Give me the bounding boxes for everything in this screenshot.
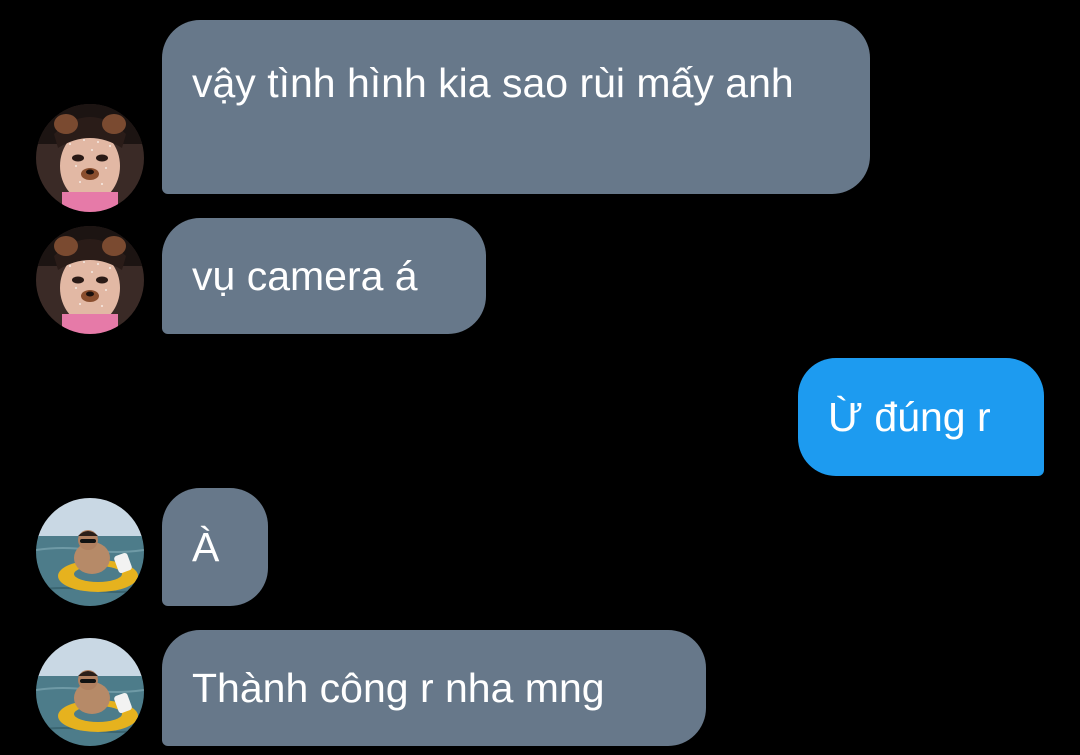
message-bubble[interactable]: vụ camera á: [162, 218, 486, 334]
avatar[interactable]: [36, 638, 144, 746]
message-bubble[interactable]: Ừ đúng r: [798, 358, 1044, 476]
message-text: Thành công r nha mng: [192, 665, 605, 711]
avatar[interactable]: [36, 104, 144, 212]
message-row: À: [0, 488, 1080, 606]
message-row: Thành công r nha mng: [0, 630, 1080, 746]
avatar-swim-ring-sea-image: [36, 638, 144, 746]
message-text: vậy tình hình kia sao rùi mấy anh: [192, 60, 794, 106]
message-row: vụ camera á: [0, 218, 1080, 334]
avatar[interactable]: [36, 226, 144, 334]
avatar-swim-ring-sea-image: [36, 498, 144, 606]
avatar-dog-filter-selfie-image: [36, 226, 144, 334]
message-bubble[interactable]: vậy tình hình kia sao rùi mấy anh: [162, 20, 870, 194]
message-bubble[interactable]: À: [162, 488, 268, 606]
message-text: À: [192, 524, 220, 570]
message-bubble[interactable]: Thành công r nha mng: [162, 630, 706, 746]
avatar-dog-filter-selfie-image: [36, 104, 144, 212]
message-text: Ừ đúng r: [828, 394, 991, 440]
message-text: vụ camera á: [192, 253, 418, 299]
message-row: Ừ đúng r: [0, 358, 1080, 476]
avatar[interactable]: [36, 498, 144, 606]
message-row: vậy tình hình kia sao rùi mấy anh: [0, 18, 1080, 212]
